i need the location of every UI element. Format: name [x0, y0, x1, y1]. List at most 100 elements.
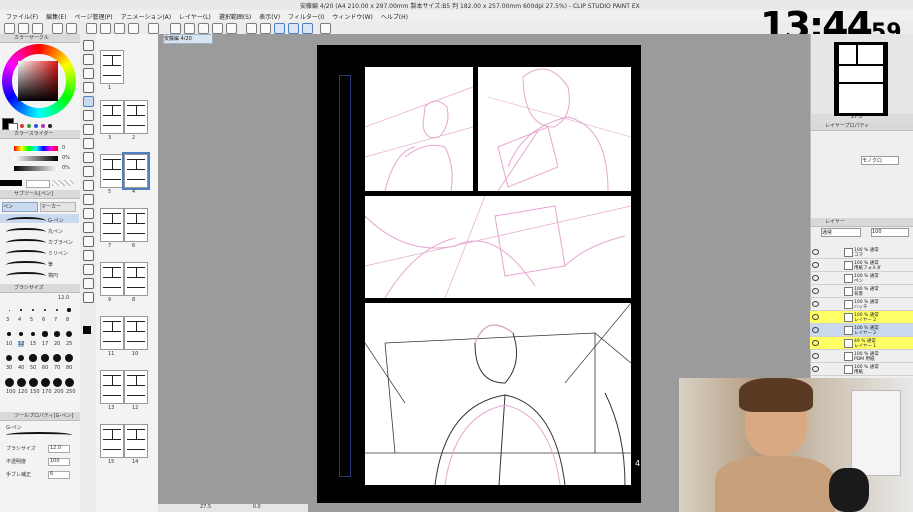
- menu-window[interactable]: ウィンドウ(W): [332, 12, 373, 21]
- layer-color-select[interactable]: モノクロ: [861, 156, 899, 165]
- transform-icon[interactable]: [148, 23, 159, 34]
- ruler-tool-icon[interactable]: [83, 250, 94, 261]
- eye-icon[interactable]: [812, 301, 819, 307]
- zoom-tool-icon[interactable]: [83, 40, 94, 51]
- main-color-chip[interactable]: [0, 180, 22, 186]
- decoration-tool-icon[interactable]: [83, 152, 94, 163]
- size-dot[interactable]: [8, 309, 10, 311]
- size-dot[interactable]: [20, 309, 22, 311]
- size-dot[interactable]: [40, 377, 50, 387]
- layer-row[interactable]: 100 % 通常 背景: [810, 285, 913, 298]
- size-dot[interactable]: [5, 354, 13, 362]
- eye-icon[interactable]: [812, 366, 819, 372]
- balloon-tool-icon[interactable]: [83, 278, 94, 289]
- cut-icon[interactable]: [100, 23, 111, 34]
- size-dot[interactable]: [4, 377, 14, 387]
- operation-tool-icon[interactable]: [83, 68, 94, 79]
- eye-icon[interactable]: [812, 275, 819, 281]
- brightness-slider[interactable]: [14, 166, 58, 171]
- size-dot[interactable]: [64, 353, 74, 363]
- move-tool-icon[interactable]: [83, 54, 94, 65]
- snap-icon[interactable]: [226, 23, 237, 34]
- menu-view[interactable]: 表示(V): [259, 12, 280, 21]
- pen-tool-icon[interactable]: [83, 96, 94, 107]
- frame-tool-icon[interactable]: [83, 236, 94, 247]
- sub-color-chip[interactable]: [26, 180, 50, 188]
- snap-ruler-icon[interactable]: [274, 23, 285, 34]
- grid-icon[interactable]: [260, 23, 271, 34]
- page-thumbnail[interactable]: [122, 152, 150, 190]
- comic-panel-4[interactable]: [365, 303, 631, 485]
- size-dot[interactable]: [64, 377, 74, 387]
- page-thumbnail[interactable]: [100, 100, 124, 134]
- eye-icon[interactable]: [812, 314, 819, 320]
- airbrush-tool-icon[interactable]: [83, 138, 94, 149]
- size-dot[interactable]: [32, 309, 34, 311]
- layer-row[interactable]: 100 % 通常 用紙: [810, 363, 913, 376]
- comic-panel-3[interactable]: [365, 196, 631, 298]
- pen-tab[interactable]: ペン: [2, 202, 38, 212]
- layer-row[interactable]: 100 % 通常 PDM 用紙: [810, 350, 913, 363]
- eye-icon[interactable]: [812, 340, 819, 346]
- page-thumbnail[interactable]: [124, 370, 148, 404]
- size-dot[interactable]: [28, 377, 38, 387]
- page-thumbnail[interactable]: [124, 262, 148, 296]
- ruler-icon[interactable]: [246, 23, 257, 34]
- undo-icon[interactable]: [52, 23, 63, 34]
- fill-icon[interactable]: [212, 23, 223, 34]
- layer-row[interactable]: 100 % 通常 ハッチ: [810, 298, 913, 311]
- snap-grid-icon[interactable]: [302, 23, 313, 34]
- blend-mode-select[interactable]: 通常: [821, 228, 861, 237]
- size-dot[interactable]: [18, 331, 24, 337]
- comic-panel-1[interactable]: [365, 67, 473, 191]
- menu-filter[interactable]: フィルター(I): [288, 12, 324, 21]
- menu-edit[interactable]: 編集(E): [46, 12, 66, 21]
- clear-icon[interactable]: [86, 23, 97, 34]
- hue-slider[interactable]: [14, 146, 58, 151]
- move-layer-tool-icon[interactable]: [83, 82, 94, 93]
- blend-tool-icon[interactable]: [83, 180, 94, 191]
- size-dot[interactable]: [30, 331, 36, 337]
- brush-label-gpen[interactable]: G-ペン: [48, 217, 64, 224]
- eye-icon[interactable]: [812, 327, 819, 333]
- saturation-value-square[interactable]: [18, 61, 58, 101]
- layer-row[interactable]: 100 % 通常 レイヤー 2: [810, 311, 913, 324]
- page-thumbnail[interactable]: [124, 100, 148, 134]
- size-dot[interactable]: [67, 308, 71, 312]
- size-dot[interactable]: [29, 354, 37, 362]
- select-invert-icon[interactable]: [184, 23, 195, 34]
- size-dot[interactable]: [54, 331, 60, 337]
- layer-opacity-field[interactable]: 100: [871, 228, 909, 237]
- layer-row[interactable]: 100 % 通常 ペン: [810, 272, 913, 285]
- eraser-tool-icon[interactable]: [83, 166, 94, 177]
- eye-icon[interactable]: [812, 288, 819, 294]
- size-dot[interactable]: [52, 353, 62, 363]
- fill-tool-icon[interactable]: [83, 194, 94, 205]
- navigator-preview[interactable]: [834, 42, 888, 116]
- wrench-icon[interactable]: [320, 23, 331, 34]
- page-thumbnail[interactable]: [124, 424, 148, 458]
- layer-row[interactable]: 49 % 通常 レイヤー 1: [810, 337, 913, 350]
- size-dot[interactable]: [42, 331, 48, 337]
- text-tool-icon[interactable]: [83, 264, 94, 275]
- size-dot[interactable]: [41, 354, 49, 362]
- brush-label-fude[interactable]: 筆: [48, 261, 53, 268]
- page-thumbnail[interactable]: [100, 262, 124, 296]
- manga-page[interactable]: 4: [317, 45, 641, 503]
- select-all-icon[interactable]: [198, 23, 209, 34]
- page-thumbnail[interactable]: [124, 208, 148, 242]
- redo-icon[interactable]: [66, 23, 77, 34]
- paste-icon[interactable]: [128, 23, 139, 34]
- save-icon[interactable]: [32, 23, 43, 34]
- menu-help[interactable]: ヘルプ(H): [381, 12, 408, 21]
- snap-special-ruler-icon[interactable]: [288, 23, 299, 34]
- transparent-chip[interactable]: [52, 180, 74, 186]
- page-thumbnail[interactable]: [100, 50, 124, 84]
- copy-icon[interactable]: [114, 23, 125, 34]
- comic-panel-2[interactable]: [478, 67, 631, 191]
- brush-label-round[interactable]: 丸ペン: [48, 228, 63, 235]
- marker-tab[interactable]: マーカー: [40, 202, 76, 212]
- page-thumbnail[interactable]: [100, 424, 124, 458]
- brush-label-ellipse[interactable]: 楕円: [48, 272, 58, 279]
- brush-label-kabura[interactable]: カブラペン: [48, 239, 73, 246]
